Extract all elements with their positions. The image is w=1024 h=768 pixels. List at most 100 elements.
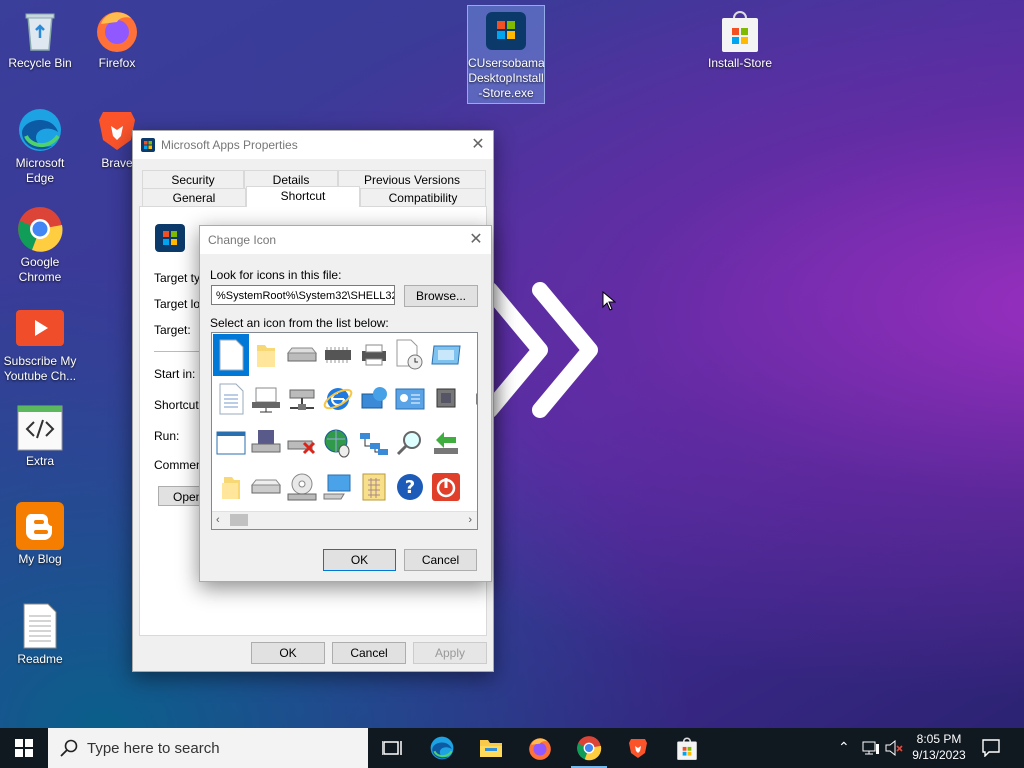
taskbar-edge[interactable]	[418, 728, 466, 768]
icon-speaker-device[interactable]	[428, 378, 464, 420]
icon-partial-4[interactable]	[464, 466, 477, 508]
taskbar-store[interactable]	[663, 728, 711, 768]
icon-text-document[interactable]	[213, 378, 249, 420]
shortcut-app-icon	[155, 224, 185, 252]
icon-list[interactable]: ? ‹ ›	[211, 332, 478, 530]
icon-drive[interactable]	[284, 334, 320, 376]
properties-cancel-button[interactable]: Cancel	[332, 642, 406, 664]
icon-search[interactable]	[392, 422, 428, 464]
icon-blank-window[interactable]	[213, 422, 249, 464]
clock-time: 8:05 PM	[916, 732, 962, 746]
tab-shortcut[interactable]: Shortcut	[246, 186, 360, 207]
icon-printer[interactable]	[356, 334, 392, 376]
properties-close-icon[interactable]: ✕	[469, 136, 487, 154]
icon-control-panel[interactable]	[392, 378, 428, 420]
notifications-icon[interactable]	[982, 739, 1000, 757]
icon-partial-3[interactable]	[464, 422, 477, 464]
icon-floppy-drive[interactable]	[248, 422, 284, 464]
task-view-icon	[382, 741, 402, 755]
properties-titlebar[interactable]: Microsoft Apps Properties	[133, 131, 493, 159]
icon-folder-open[interactable]	[213, 466, 249, 508]
volume-muted-icon[interactable]	[884, 740, 904, 756]
change-icon-ok-button[interactable]: OK	[323, 549, 396, 571]
taskbar-brave[interactable]	[614, 728, 662, 768]
icon-cd-drive[interactable]	[284, 466, 320, 508]
icon-network-drive[interactable]	[248, 378, 284, 420]
store-icon	[141, 138, 155, 152]
change-icon-titlebar[interactable]: Change Icon	[200, 226, 491, 254]
icon-file-input[interactable]: %SystemRoot%\System32\SHELL32.dll	[211, 285, 395, 305]
text-document-icon	[16, 602, 64, 650]
store-bag-icon	[677, 737, 697, 760]
icon-network-arrow[interactable]	[428, 422, 464, 464]
properties-apply-button[interactable]: Apply	[413, 642, 487, 664]
desktop-icon-youtube-shortcut[interactable]: Subscribe My Youtube Ch...	[0, 304, 80, 384]
desktop-icon-firefox[interactable]: Firefox	[77, 6, 157, 71]
change-icon-close-icon[interactable]: ✕	[467, 231, 485, 249]
desktop-icon-readme[interactable]: Readme	[0, 602, 80, 667]
desktop-icon-extra[interactable]: Extra	[0, 404, 80, 469]
desktop-icon-label: CUsersobama DesktopInstall -Store.exe	[468, 56, 545, 100]
brave-lion-icon	[629, 739, 647, 758]
look-for-icons-label: Look for icons in this file:	[210, 268, 342, 282]
tab-compatibility[interactable]: Compatibility	[360, 188, 486, 207]
scroll-thumb[interactable]	[230, 514, 248, 526]
recycle-bin-icon	[16, 6, 64, 54]
desktop-icon-my-blog[interactable]: My Blog	[0, 502, 80, 567]
desktop-icon-label: Recycle Bin	[8, 56, 72, 70]
icon-list-scrollbar[interactable]: ‹ ›	[212, 511, 477, 529]
firefox-icon	[529, 738, 551, 760]
blogger-icon	[16, 502, 64, 550]
desktop-icon-label: Readme	[17, 652, 63, 666]
icon-drive-error[interactable]	[284, 422, 320, 464]
icon-window-app[interactable]	[428, 334, 464, 376]
icon-power[interactable]	[428, 466, 464, 508]
tab-general[interactable]: General	[142, 188, 246, 207]
taskbar-search-box[interactable]: Type here to search	[48, 728, 368, 768]
icon-grid-document[interactable]	[356, 466, 392, 508]
tab-security[interactable]: Security	[142, 170, 244, 189]
properties-ok-button[interactable]: OK	[251, 642, 325, 664]
taskbar-firefox[interactable]	[516, 728, 564, 768]
run-label: Run:	[154, 429, 180, 443]
chrome-icon	[16, 205, 64, 253]
clock[interactable]: 8:05 PM 9/13/2023	[906, 731, 972, 763]
icon-hard-disk[interactable]	[248, 466, 284, 508]
search-icon	[60, 739, 78, 757]
icon-network-tree[interactable]	[356, 422, 392, 464]
browse-button[interactable]: Browse...	[404, 285, 478, 307]
scroll-left-icon[interactable]: ‹	[216, 512, 220, 529]
store-bag-icon	[716, 6, 764, 54]
taskbar-file-explorer[interactable]	[467, 728, 515, 768]
icon-help[interactable]: ?	[392, 466, 428, 508]
desktop-icon-recycle-bin[interactable]: Recycle Bin	[0, 6, 80, 71]
icon-folder[interactable]	[248, 334, 284, 376]
desktop-icon-edge[interactable]: Microsoft Edge	[0, 106, 80, 186]
icon-globe-monitor[interactable]	[356, 378, 392, 420]
wallpaper-chevrons-graphic	[482, 282, 598, 418]
icon-chip[interactable]	[320, 334, 356, 376]
icon-blank-document[interactable]	[213, 334, 249, 376]
edge-icon	[430, 736, 454, 760]
start-button[interactable]	[0, 728, 48, 768]
task-view-button[interactable]	[368, 728, 416, 768]
desktop-icon-install-store[interactable]: Install-Store	[700, 6, 780, 71]
desktop-icon-chrome[interactable]: Google Chrome	[0, 205, 80, 285]
icon-globe-mouse[interactable]	[320, 422, 356, 464]
desktop-icon-label: Microsoft Edge	[15, 156, 65, 185]
search-placeholder: Type here to search	[87, 740, 220, 757]
taskbar-chrome[interactable]	[565, 728, 613, 768]
icon-network-server[interactable]	[284, 378, 320, 420]
network-icon[interactable]	[862, 741, 880, 755]
icon-partial-1[interactable]	[464, 334, 477, 376]
icon-partial-2[interactable]	[464, 378, 477, 420]
icon-computer[interactable]	[320, 466, 356, 508]
desktop-icon-label: Subscribe My Youtube Ch...	[3, 354, 77, 383]
icon-internet-explorer[interactable]	[320, 378, 356, 420]
desktop-icon-install-store-exe[interactable]: CUsersobama DesktopInstall -Store.exe	[467, 5, 545, 104]
tab-previous-versions[interactable]: Previous Versions	[338, 170, 486, 189]
scroll-right-icon[interactable]: ›	[468, 512, 472, 529]
icon-document-clock[interactable]	[392, 334, 428, 376]
change-icon-cancel-button[interactable]: Cancel	[404, 549, 477, 571]
tray-chevron-up-icon[interactable]: ⌃	[838, 739, 850, 756]
